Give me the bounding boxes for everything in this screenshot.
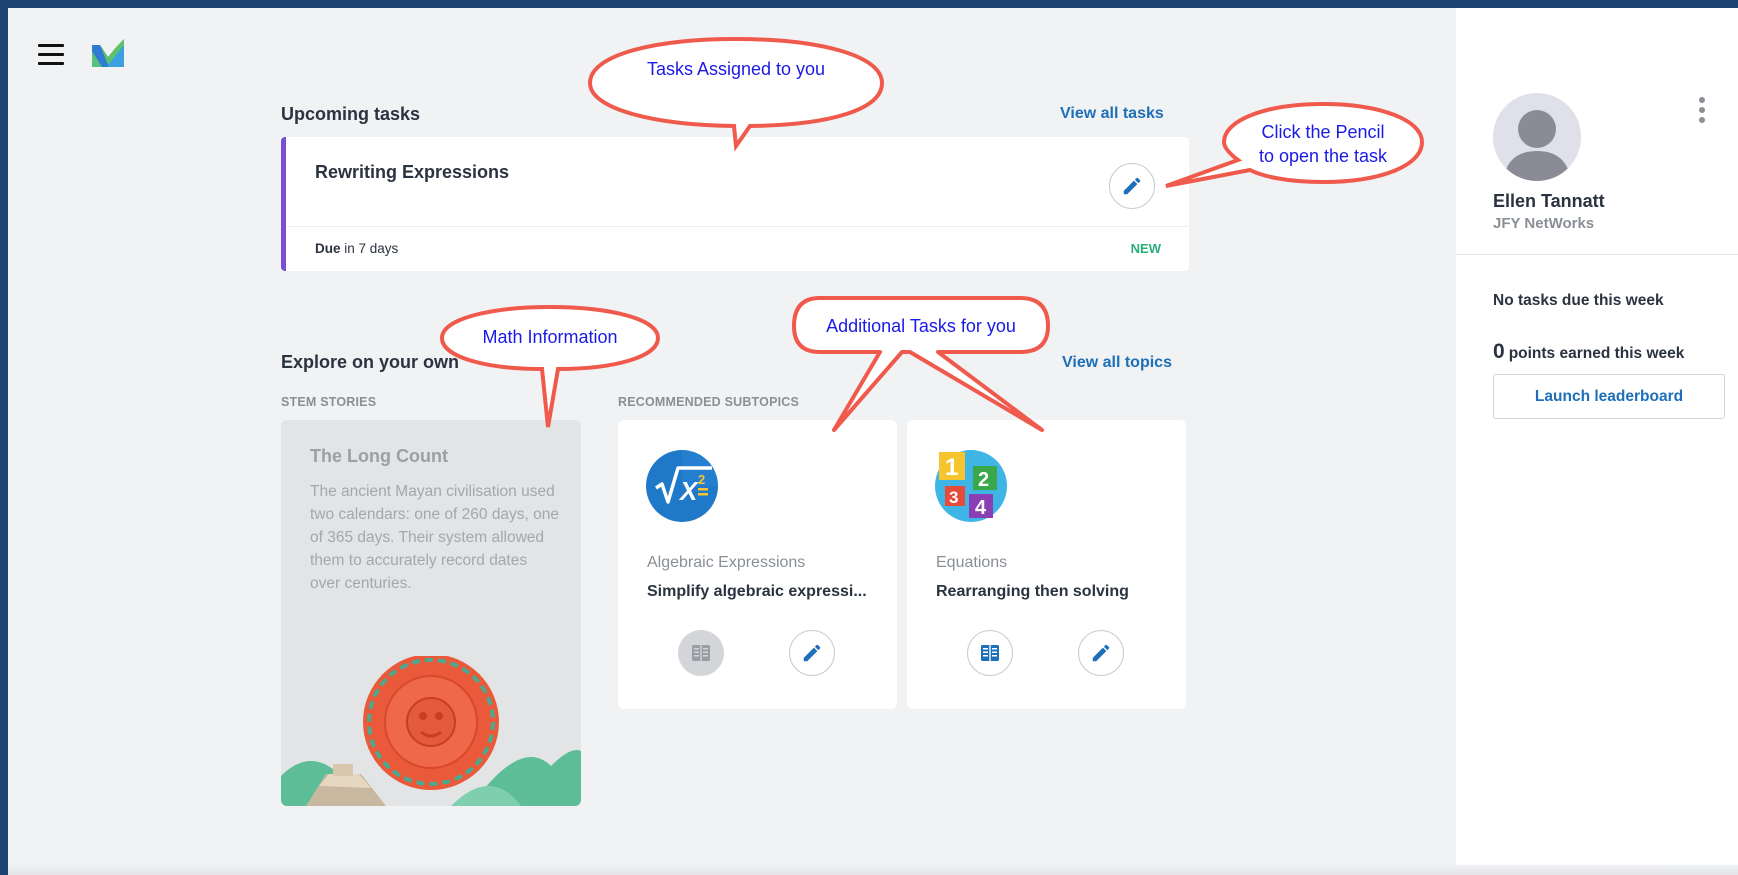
explore-heading: Explore on your own bbox=[281, 352, 460, 372]
avatar[interactable] bbox=[1493, 93, 1581, 181]
subtopic-card-equations[interactable]: 1 2 3 4 Equations Rearranging then solvi… bbox=[907, 420, 1186, 709]
points-value: 0 bbox=[1493, 340, 1505, 363]
stem-story-card[interactable]: The Long Count The ancient Mayan civilis… bbox=[281, 420, 581, 806]
svg-text:2: 2 bbox=[698, 472, 705, 487]
pencil-icon bbox=[1092, 644, 1110, 662]
bottom-edge bbox=[8, 865, 1738, 875]
callout-tasks-assigned: Tasks Assigned to you bbox=[587, 33, 885, 152]
read-topic-button[interactable] bbox=[678, 630, 724, 676]
practice-topic-pencil-button[interactable] bbox=[789, 630, 835, 676]
pencil-icon bbox=[1123, 177, 1141, 195]
algebra-x-squared-icon: X 2 bbox=[646, 450, 718, 522]
due-date: Due in 7 days bbox=[315, 241, 399, 256]
divider bbox=[286, 226, 1189, 227]
task-name: Rewriting Expressions bbox=[315, 162, 510, 182]
app-window: Upcoming tasks View all tasks Rewriting … bbox=[8, 8, 1738, 875]
mayan-calendar-illustration bbox=[281, 656, 581, 806]
book-icon bbox=[981, 645, 999, 661]
numbered-blocks-icon: 1 2 3 4 bbox=[935, 450, 1007, 522]
user-organization: JFY NetWorks bbox=[1493, 215, 1595, 232]
svg-text:2: 2 bbox=[978, 469, 989, 491]
upcoming-tasks-heading: Upcoming tasks bbox=[281, 104, 421, 124]
launch-leaderboard-button[interactable]: Launch leaderboard bbox=[1493, 374, 1725, 419]
callout-text: Click the Pencil to open the task bbox=[1258, 122, 1388, 166]
callout-additional-tasks: Additional Tasks for you bbox=[790, 294, 1050, 434]
story-title: The Long Count bbox=[310, 446, 448, 466]
app-logo[interactable] bbox=[90, 37, 126, 67]
open-task-pencil-button[interactable] bbox=[1109, 163, 1155, 209]
practice-topic-pencil-button[interactable] bbox=[1078, 630, 1124, 676]
pencil-icon bbox=[803, 644, 821, 662]
points-label: points earned this week bbox=[1508, 345, 1685, 362]
svg-text:1: 1 bbox=[945, 454, 958, 481]
hamburger-menu-icon[interactable] bbox=[38, 44, 64, 66]
topic-title: Simplify algebraic expressi... bbox=[647, 583, 867, 600]
divider bbox=[1456, 254, 1738, 255]
profile-panel: Ellen Tannatt JFY NetWorks No tasks due … bbox=[1456, 8, 1738, 875]
topic-label: Algebraic Expressions bbox=[647, 554, 806, 571]
more-options-icon[interactable] bbox=[1698, 97, 1706, 127]
read-topic-button[interactable] bbox=[967, 630, 1013, 676]
book-icon bbox=[692, 645, 710, 661]
story-text: The ancient Mayan civilisation used two … bbox=[310, 483, 560, 592]
main-content: Upcoming tasks View all tasks Rewriting … bbox=[8, 8, 1456, 875]
user-name: Ellen Tannatt bbox=[1493, 191, 1605, 211]
user-avatar-icon bbox=[1503, 110, 1571, 181]
callout-text: Additional Tasks for you bbox=[826, 316, 1016, 336]
topic-title: Rearranging then solving bbox=[936, 583, 1129, 600]
callout-text: Math Information bbox=[482, 327, 618, 347]
topic-label: Equations bbox=[936, 554, 1008, 571]
weekly-tasks-status: No tasks due this week bbox=[1493, 292, 1664, 309]
stem-stories-label: STEM STORIES bbox=[281, 395, 377, 409]
view-all-topics-link[interactable]: View all topics bbox=[1062, 354, 1172, 372]
callout-text: Tasks Assigned to you bbox=[646, 59, 826, 79]
svg-text:4: 4 bbox=[975, 497, 987, 519]
callout-click-pencil: Click the Pencil to open the task bbox=[1158, 100, 1425, 190]
view-all-tasks-link[interactable]: View all tasks bbox=[1060, 105, 1164, 123]
weekly-points: 0 points earned this week bbox=[1493, 340, 1684, 364]
new-badge: NEW bbox=[1130, 241, 1161, 256]
subtopic-card-algebraic-expressions[interactable]: X 2 Algebraic Expressions Simplify algeb… bbox=[618, 420, 897, 709]
task-card[interactable]: Rewriting Expressions Due in 7 days NEW bbox=[281, 137, 1189, 271]
svg-text:3: 3 bbox=[949, 488, 958, 507]
callout-math-information: Math Information bbox=[438, 303, 662, 429]
svg-text:X: X bbox=[678, 476, 699, 506]
